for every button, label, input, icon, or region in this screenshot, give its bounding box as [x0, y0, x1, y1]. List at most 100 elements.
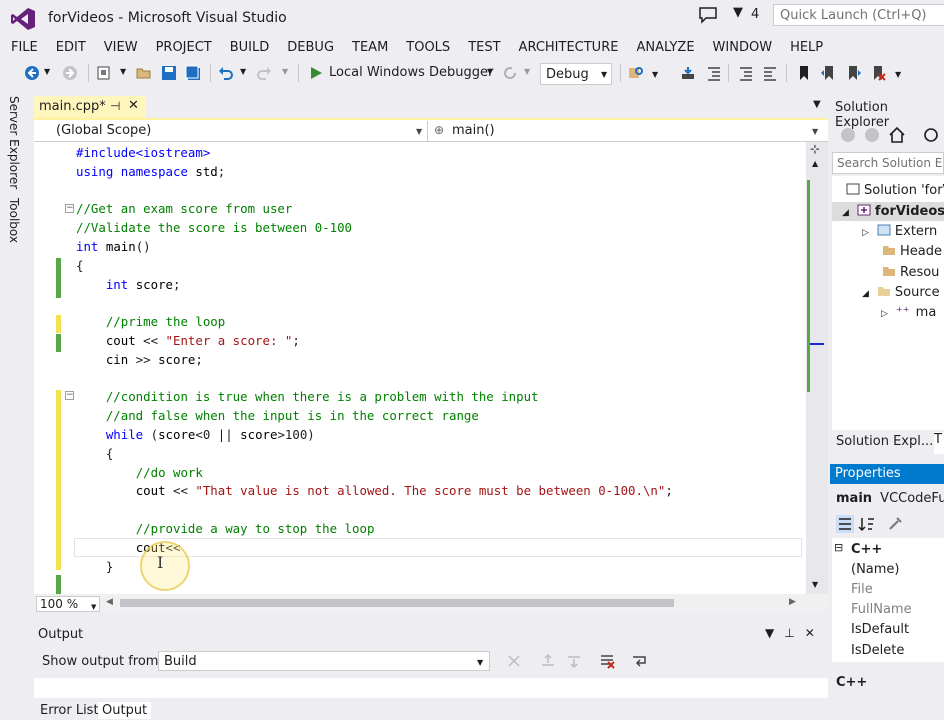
code-line[interactable]: using namespace std;: [76, 162, 225, 181]
code-line[interactable]: int score;: [76, 275, 181, 294]
toolbar-overflow-icon[interactable]: ▼: [895, 70, 901, 79]
scroll-right-icon[interactable]: ▶: [789, 597, 796, 607]
solution-search-input[interactable]: Search Solution Ex: [832, 152, 944, 174]
tab-solution-explorer[interactable]: Solution Expl...: [836, 434, 933, 449]
save-all-icon[interactable]: [185, 65, 201, 81]
code-line[interactable]: //provide a way to stop the loop: [76, 519, 375, 538]
tree-item-main-cpp[interactable]: ▷ ⁺⁺ ma: [881, 305, 936, 320]
forward-icon[interactable]: [864, 127, 880, 143]
notification-flag-icon[interactable]: ▼: [733, 5, 743, 20]
back-icon[interactable]: [24, 65, 40, 81]
alphabetical-icon[interactable]: [858, 515, 876, 533]
undo-dropdown-icon[interactable]: ▼: [240, 67, 246, 76]
code-line[interactable]: int main(): [76, 237, 151, 256]
menu-tools[interactable]: TOOLS: [397, 40, 459, 55]
property-name-row[interactable]: (Name): [851, 562, 900, 577]
property-isdelete-row[interactable]: IsDelete: [851, 643, 904, 658]
sync-icon[interactable]: [922, 126, 940, 144]
collapsed-arrow-icon[interactable]: ▷: [881, 309, 888, 319]
refresh-dropdown-icon[interactable]: ▼: [524, 67, 530, 76]
indent-icon[interactable]: [738, 65, 754, 81]
code-line[interactable]: //Validate the score is between 0-100: [76, 218, 352, 237]
code-line[interactable]: //and false when the input is in the cor…: [76, 406, 479, 425]
tree-item-resource-files[interactable]: Resou: [882, 265, 939, 280]
expanded-arrow-icon[interactable]: ◢: [862, 289, 869, 299]
code-line[interactable]: {: [76, 444, 113, 463]
menu-team[interactable]: TEAM: [343, 40, 397, 55]
next-bookmark-icon[interactable]: [846, 65, 862, 81]
server-explorer-tab[interactable]: Server Explorer: [7, 96, 21, 189]
back-dropdown-icon[interactable]: ▼: [44, 67, 50, 76]
document-tab-label[interactable]: main.cpp*: [39, 99, 106, 114]
bookmark-icon[interactable]: [796, 65, 812, 81]
outdent-icon[interactable]: [762, 65, 778, 81]
tab-error-list[interactable]: Error List: [36, 702, 103, 719]
menu-debug[interactable]: DEBUG: [278, 40, 343, 55]
debug-target-label[interactable]: Local Windows Debugger: [329, 65, 493, 80]
property-fullname-row[interactable]: FullName: [851, 602, 912, 617]
menu-architecture[interactable]: ARCHITECTURE: [510, 40, 628, 55]
refresh-icon[interactable]: [502, 65, 518, 81]
open-file-icon[interactable]: [136, 65, 152, 81]
menu-window[interactable]: WINDOW: [704, 40, 782, 55]
menu-analyze[interactable]: ANALYZE: [627, 40, 703, 55]
new-project-dropdown-icon[interactable]: ▼: [120, 67, 126, 76]
forward-icon[interactable]: [62, 65, 78, 81]
properties-object-selector[interactable]: main VCCodeFunc: [836, 491, 944, 506]
code-line[interactable]: //do work: [76, 463, 203, 482]
debug-target-dropdown-icon[interactable]: ▼: [487, 67, 493, 76]
tree-item-project[interactable]: ◢ forVideos: [842, 204, 944, 219]
menu-file[interactable]: FILE: [2, 40, 47, 55]
split-view-icon[interactable]: ⊹: [810, 142, 820, 156]
close-tab-icon[interactable]: ✕: [128, 98, 139, 113]
prev-bookmark-icon[interactable]: [820, 65, 836, 81]
code-line[interactable]: //Get an exam score from user: [76, 199, 292, 218]
tab-output[interactable]: Output: [98, 702, 152, 719]
find-dropdown-icon[interactable]: ▼: [652, 70, 658, 79]
undo-icon[interactable]: [218, 65, 234, 81]
tree-item-header-files[interactable]: Heade: [882, 244, 942, 259]
code-line[interactable]: while (score<0 || score>100): [76, 425, 315, 444]
new-project-icon[interactable]: [96, 65, 112, 81]
code-line[interactable]: }: [76, 557, 113, 576]
code-line[interactable]: //prime the loop: [76, 312, 225, 331]
output-text-area[interactable]: [34, 678, 828, 698]
menu-view[interactable]: VIEW: [95, 40, 147, 55]
scroll-down-icon[interactable]: ▼: [812, 580, 818, 589]
document-list-dropdown-icon[interactable]: ▼: [813, 99, 821, 110]
toolbox-tab[interactable]: Toolbox: [7, 198, 21, 243]
start-debugging-icon[interactable]: [308, 65, 324, 81]
pin-tab-icon[interactable]: ⊣: [110, 99, 120, 113]
navigate-icon[interactable]: [680, 65, 696, 81]
feedback-icon[interactable]: [697, 5, 719, 25]
horizontal-scroll-thumb[interactable]: [120, 599, 674, 607]
property-isdefault-row[interactable]: IsDefault: [851, 622, 909, 637]
back-icon[interactable]: [840, 127, 856, 143]
scope-dropdown[interactable]: (Global Scope) ▼: [34, 121, 428, 141]
menu-test[interactable]: TEST: [459, 40, 509, 55]
zoom-select[interactable]: 100 % ▼: [36, 596, 100, 612]
code-line[interactable]: //condition is true when there is a prob…: [76, 387, 539, 406]
home-icon[interactable]: [888, 126, 906, 144]
expanded-arrow-icon[interactable]: ◢: [842, 208, 849, 218]
scroll-up-icon[interactable]: ▲: [812, 159, 818, 168]
tab-team-explorer[interactable]: T: [934, 432, 944, 454]
collapse-outline-icon[interactable]: −: [65, 204, 74, 213]
save-icon[interactable]: [161, 65, 177, 81]
tree-item-external-deps[interactable]: ▷ Extern: [862, 224, 937, 239]
code-line[interactable]: #include<iostream>: [76, 143, 210, 162]
categorized-icon[interactable]: [836, 515, 854, 533]
collapse-category-icon[interactable]: ⊟: [834, 541, 843, 554]
clear-all-icon[interactable]: [599, 653, 615, 669]
code-line[interactable]: {: [76, 256, 83, 275]
pin-icon[interactable]: ⊥: [784, 626, 804, 640]
code-line[interactable]: cout << "That value is not allowed. The …: [76, 481, 673, 500]
find-in-files-icon[interactable]: [628, 65, 644, 81]
menu-project[interactable]: PROJECT: [147, 40, 221, 55]
find-message-icon[interactable]: [506, 653, 522, 669]
output-source-select[interactable]: Build ▼: [158, 651, 490, 671]
prev-message-icon[interactable]: [540, 653, 556, 669]
word-wrap-icon[interactable]: [632, 653, 648, 669]
tree-item-source-files[interactable]: ◢ Source: [862, 285, 940, 300]
close-icon[interactable]: ✕: [805, 626, 825, 640]
